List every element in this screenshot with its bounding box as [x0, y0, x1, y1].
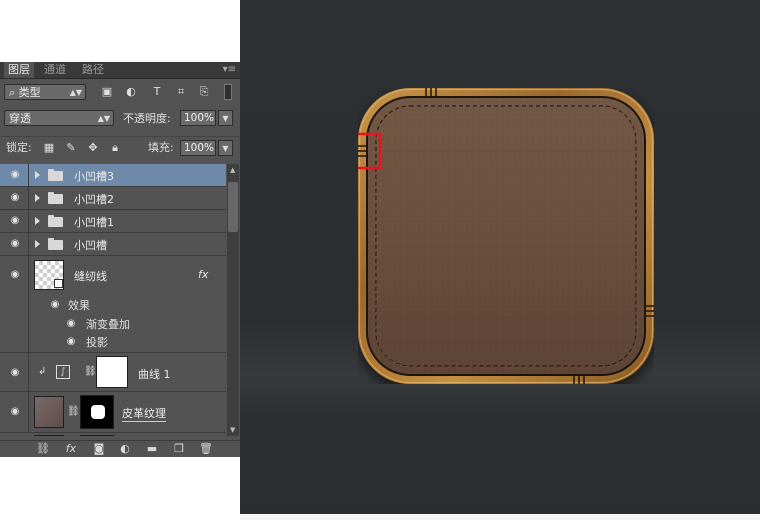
eye-icon[interactable]: ◉	[8, 193, 22, 203]
lock-label: 锁定:	[6, 141, 32, 154]
chain-link-icon[interactable]: ⛓︎	[84, 366, 97, 377]
chevron-down-icon: ▲▼	[97, 114, 110, 123]
eye-icon[interactable]: ◉	[8, 270, 22, 280]
shape-filter-icon[interactable]: ⌗	[174, 85, 188, 99]
layer-row-stitch[interactable]: ◉ 缝纫线 fx ◉ 效果 ◉ 渐变叠加 ◉ 投影	[0, 256, 226, 353]
folder-icon	[48, 169, 63, 181]
scroll-down-icon[interactable]: ▼	[230, 426, 235, 434]
eye-icon[interactable]: ◉	[48, 300, 62, 310]
chain-link-icon[interactable]: ⛓︎	[67, 406, 80, 417]
pixel-filter-icon[interactable]: ▣	[100, 85, 114, 99]
folder-icon	[48, 238, 63, 250]
layer-name[interactable]: 小凹槽3	[74, 168, 114, 184]
eye-icon[interactable]: ◉	[8, 407, 22, 417]
folder-icon	[48, 192, 63, 204]
fill-dropdown-icon[interactable]: ▼	[218, 140, 233, 156]
opacity-dropdown-icon[interactable]: ▼	[218, 110, 233, 126]
fill-label: 填充:	[148, 141, 174, 154]
blend-mode-dropdown[interactable]: 穿透 ▲▼	[4, 110, 114, 126]
eye-icon[interactable]: ◉	[8, 239, 22, 249]
type-filter-icon[interactable]: T	[150, 85, 164, 99]
leather-icon-artwork	[344, 88, 654, 384]
blend-row: 穿透 ▲▼ 不透明度: 100% ▼	[0, 108, 240, 128]
lock-pixels-icon[interactable]: ✎	[64, 141, 78, 155]
new-layer-icon[interactable]: ❐	[172, 443, 186, 455]
tab-paths[interactable]: 路径	[78, 62, 108, 78]
layer-group-row[interactable]: ◉ 小凹槽	[0, 233, 226, 256]
layer-group-row[interactable]: ◉ 小凹槽2	[0, 187, 226, 210]
filter-toggle[interactable]	[224, 84, 232, 100]
filter-type-dropdown[interactable]: ⌕ 类型 ▲▼	[4, 84, 86, 100]
effects-label: 效果	[68, 299, 90, 312]
lock-position-icon[interactable]: ✥	[86, 141, 100, 155]
layer-group-row[interactable]: ◉ 小凹槽1	[0, 210, 226, 233]
clip-arrow-icon: ↲	[38, 366, 47, 377]
curves-icon: ∫	[56, 365, 70, 379]
mask-thumbnail	[96, 356, 128, 388]
layer-row-partial	[0, 433, 226, 436]
document-canvas[interactable]	[240, 0, 760, 520]
tab-layers[interactable]: 图层	[4, 62, 34, 78]
eye-icon[interactable]: ◉	[64, 319, 78, 329]
panel-tab-bar: 图层 通道 路径 ▾≡	[0, 62, 240, 79]
layers-scrollbar[interactable]: ▲ ▼	[227, 164, 239, 436]
trash-icon[interactable]: 🗑︎	[199, 443, 213, 455]
layer-name[interactable]: 曲线 1	[138, 366, 171, 382]
filter-type-label: 类型	[18, 86, 41, 99]
new-group-icon[interactable]: ▬	[145, 443, 159, 455]
lock-all-icon[interactable]: 🔒︎	[108, 141, 122, 155]
layer-row-leather[interactable]: ◉ ⛓︎ 皮革纹理	[0, 392, 226, 433]
blend-mode-value: 穿透	[9, 112, 31, 125]
fx-icon[interactable]: fx	[198, 268, 208, 281]
layers-panel: 图层 通道 路径 ▾≡ ⌕ 类型 ▲▼ ▣ ◐ T ⌗ ⎘ 穿透 ▲▼ 不透明度…	[0, 62, 240, 457]
mask-thumbnail	[80, 395, 114, 429]
layers-list: ◉ 小凹槽3 ◉ 小凹槽2 ◉ 小凹槽1 ◉ 小凹槽 ◉ 缝纫线 fx ◉ 效果…	[0, 164, 226, 436]
layer-name[interactable]: 皮革纹理	[122, 405, 166, 422]
add-mask-icon[interactable]: ◙	[92, 443, 106, 455]
search-icon: ⌕	[9, 86, 16, 99]
leather-app-icon	[344, 88, 654, 384]
add-style-icon[interactable]: fx	[64, 443, 78, 455]
eye-icon[interactable]: ◉	[8, 216, 22, 226]
effect-gradient-overlay[interactable]: 渐变叠加	[86, 316, 130, 332]
chevron-down-icon: ▲▼	[69, 88, 82, 97]
expand-arrow-icon[interactable]	[35, 240, 40, 248]
folder-icon	[48, 215, 63, 227]
adjustment-filter-icon[interactable]: ◐	[124, 85, 138, 99]
lock-transparent-icon[interactable]: ▦	[42, 141, 56, 155]
opacity-input[interactable]: 100%	[180, 110, 216, 126]
panel-menu-icon[interactable]: ▾≡	[223, 62, 236, 78]
filter-row: ⌕ 类型 ▲▼ ▣ ◐ T ⌗ ⎘	[0, 82, 240, 102]
effect-drop-shadow[interactable]: 投影	[86, 334, 108, 350]
canvas-bottom-edge	[240, 514, 760, 520]
lock-row: 锁定: ▦ ✎ ✥ 🔒︎ 填充: 100% ▼	[0, 136, 240, 159]
fill-input[interactable]: 100%	[180, 140, 216, 156]
layer-thumbnail	[34, 396, 64, 428]
new-adjustment-icon[interactable]: ◐	[118, 443, 132, 455]
eye-icon[interactable]: ◉	[64, 337, 78, 347]
smart-object-badge-icon	[54, 279, 63, 288]
eye-icon[interactable]: ◉	[8, 368, 22, 378]
layer-name[interactable]: 小凹槽	[74, 237, 107, 253]
scroll-up-icon[interactable]: ▲	[230, 166, 235, 174]
link-layers-icon[interactable]: ⛓︎	[36, 443, 50, 455]
tab-channels[interactable]: 通道	[40, 62, 70, 78]
expand-arrow-icon[interactable]	[35, 171, 40, 179]
expand-arrow-icon[interactable]	[35, 194, 40, 202]
layer-group-row[interactable]: ◉ 小凹槽3	[0, 164, 226, 187]
smart-object-filter-icon[interactable]: ⎘	[197, 85, 211, 99]
layer-name[interactable]: 小凹槽1	[74, 214, 114, 230]
layer-name[interactable]: 缝纫线	[74, 268, 107, 284]
layer-row-curves[interactable]: ◉ ↲ ∫ ⛓︎ 曲线 1	[0, 353, 226, 392]
scroll-thumb[interactable]	[228, 182, 238, 232]
expand-arrow-icon[interactable]	[35, 217, 40, 225]
opacity-label: 不透明度:	[123, 112, 171, 125]
eye-icon[interactable]: ◉	[8, 170, 22, 180]
layer-name[interactable]: 小凹槽2	[74, 191, 114, 207]
layers-footer-toolbar: ⛓︎ fx ◙ ◐ ▬ ❐ 🗑︎	[0, 440, 240, 457]
